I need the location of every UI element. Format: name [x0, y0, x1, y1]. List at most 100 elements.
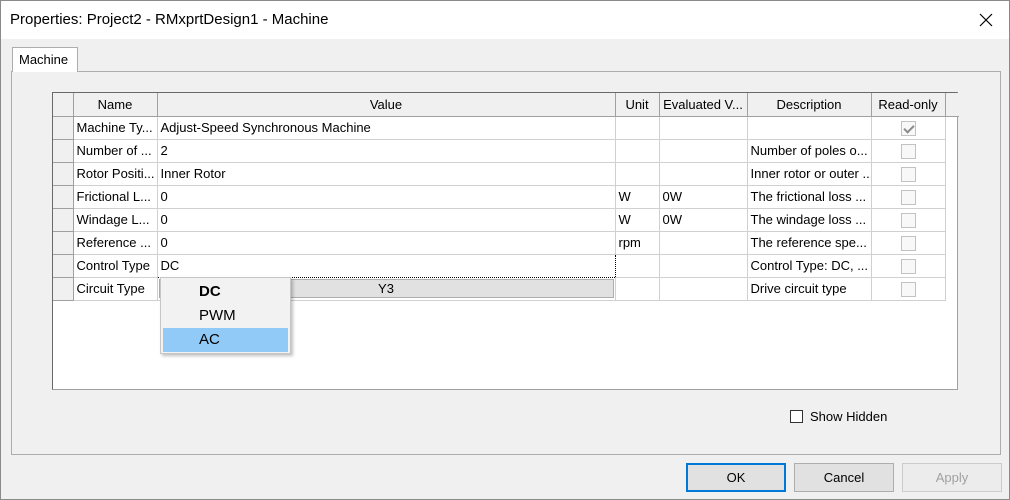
readonly-checkbox[interactable]: [900, 166, 916, 182]
cell-evaluated: [659, 277, 748, 301]
table-row[interactable]: Rotor Positi... Inner Rotor Inner rotor …: [53, 162, 959, 186]
cell-filler: [945, 208, 959, 231]
table-row[interactable]: Machine Ty... Adjust-Speed Synchronous M…: [53, 116, 959, 140]
row-header[interactable]: [53, 116, 74, 140]
cell-name[interactable]: Reference ...: [73, 231, 158, 255]
cell-filler: [945, 277, 959, 300]
cell-evaluated: 0W: [659, 208, 748, 232]
cell-readonly[interactable]: [871, 185, 946, 209]
cell-name[interactable]: Rotor Positi...: [73, 162, 158, 186]
column-header-evaluated[interactable]: Evaluated V...: [659, 93, 748, 117]
readonly-checkbox[interactable]: [900, 258, 916, 274]
tab-machine[interactable]: Machine: [12, 47, 78, 72]
readonly-checkbox[interactable]: [900, 235, 916, 251]
cell-readonly[interactable]: [871, 231, 946, 255]
row-header[interactable]: [53, 208, 74, 232]
dropdown-option-pwm[interactable]: PWM: [163, 304, 288, 328]
cell-unit[interactable]: [615, 254, 660, 278]
cell-description: Drive circuit type: [747, 277, 872, 301]
dropdown-option-dc[interactable]: DC: [163, 280, 288, 304]
column-header-description[interactable]: Description: [747, 93, 872, 117]
ok-button[interactable]: OK: [686, 463, 786, 492]
cell-name[interactable]: Number of ...: [73, 139, 158, 163]
apply-button[interactable]: Apply: [902, 463, 1002, 492]
cell-evaluated: [659, 139, 748, 163]
cell-name[interactable]: Circuit Type: [73, 277, 158, 301]
column-header-unit[interactable]: Unit: [615, 93, 660, 117]
column-header-name[interactable]: Name: [73, 93, 158, 117]
readonly-checkbox[interactable]: [900, 120, 916, 136]
cell-name[interactable]: Control Type: [73, 254, 158, 278]
cell-evaluated: [659, 162, 748, 186]
cell-description: Control Type: DC, ...: [747, 254, 872, 278]
cell-description: Inner rotor or outer ...: [747, 162, 872, 186]
cell-value[interactable]: 0: [157, 231, 616, 255]
cell-name[interactable]: Frictional L...: [73, 185, 158, 209]
control-type-combo[interactable]: DC: [156, 253, 616, 278]
column-header-filler: [945, 93, 959, 117]
cell-value[interactable]: 0: [157, 208, 616, 232]
cell-filler: [945, 185, 959, 208]
cell-filler: [945, 162, 959, 185]
cell-name[interactable]: Windage L...: [73, 208, 158, 232]
cell-value[interactable]: Inner Rotor: [157, 162, 616, 186]
row-header[interactable]: [53, 277, 74, 301]
column-header-readonly[interactable]: Read-only: [871, 93, 946, 117]
readonly-checkbox[interactable]: [900, 189, 916, 205]
readonly-checkbox[interactable]: [900, 281, 916, 297]
row-header[interactable]: [53, 139, 74, 163]
show-hidden-box[interactable]: [790, 410, 803, 423]
row-header[interactable]: [53, 231, 74, 255]
cell-unit[interactable]: [615, 116, 660, 140]
row-header[interactable]: [53, 185, 74, 209]
cell-filler: [945, 231, 959, 254]
cell-filler: [945, 116, 959, 139]
show-hidden-checkbox[interactable]: Show Hidden: [790, 409, 887, 424]
cell-unit[interactable]: W: [615, 208, 660, 232]
cell-description: Number of poles o...: [747, 139, 872, 163]
cell-evaluated: [659, 116, 748, 140]
readonly-checkbox[interactable]: [900, 212, 916, 228]
table-row[interactable]: Control Type DC Control Type: DC, ...: [53, 253, 959, 278]
cell-unit[interactable]: W: [615, 185, 660, 209]
cell-unit[interactable]: [615, 277, 660, 301]
cell-evaluated: [659, 254, 748, 278]
cell-name[interactable]: Machine Ty...: [73, 116, 158, 140]
cell-description: [747, 116, 872, 140]
close-button[interactable]: [963, 1, 1009, 39]
cell-description: The windage loss ...: [747, 208, 872, 232]
cell-readonly[interactable]: [871, 116, 946, 140]
cell-evaluated: 0W: [659, 185, 748, 209]
table-row[interactable]: Reference ... 0 rpm The reference spe...: [53, 231, 959, 255]
show-hidden-label: Show Hidden: [810, 409, 888, 424]
cell-readonly[interactable]: [871, 254, 946, 278]
cell-description: The frictional loss ...: [747, 185, 872, 209]
cancel-button[interactable]: Cancel: [794, 463, 894, 492]
row-header[interactable]: [53, 162, 74, 186]
cell-readonly[interactable]: [871, 162, 946, 186]
cell-readonly[interactable]: [871, 208, 946, 232]
row-header-corner: [53, 93, 74, 117]
cell-value[interactable]: 2: [157, 139, 616, 163]
dropdown-option-ac[interactable]: AC: [163, 328, 288, 352]
cell-value[interactable]: 0: [157, 185, 616, 209]
table-row[interactable]: Windage L... 0 W 0W The windage loss ...: [53, 208, 959, 232]
readonly-checkbox[interactable]: [900, 143, 916, 159]
column-header-value[interactable]: Value: [157, 93, 616, 117]
cell-filler: [945, 254, 959, 277]
cell-filler: [945, 139, 959, 162]
cell-unit[interactable]: rpm: [615, 231, 660, 255]
cell-unit[interactable]: [615, 139, 660, 163]
cell-evaluated: [659, 231, 748, 255]
cell-unit[interactable]: [615, 162, 660, 186]
control-type-dropdown[interactable]: DC PWM AC: [160, 277, 291, 354]
title-bar: Properties: Project2 - RMxprtDesign1 - M…: [1, 1, 1009, 39]
table-row[interactable]: Frictional L... 0 W 0W The frictional lo…: [53, 185, 959, 209]
properties-dialog: Properties: Project2 - RMxprtDesign1 - M…: [0, 0, 1010, 500]
cell-value[interactable]: Adjust-Speed Synchronous Machine: [157, 116, 616, 140]
table-row[interactable]: Number of ... 2 Number of poles o...: [53, 139, 959, 163]
cell-readonly[interactable]: [871, 139, 946, 163]
row-header[interactable]: [53, 254, 74, 278]
cell-readonly[interactable]: [871, 277, 946, 301]
cell-description: The reference spe...: [747, 231, 872, 255]
